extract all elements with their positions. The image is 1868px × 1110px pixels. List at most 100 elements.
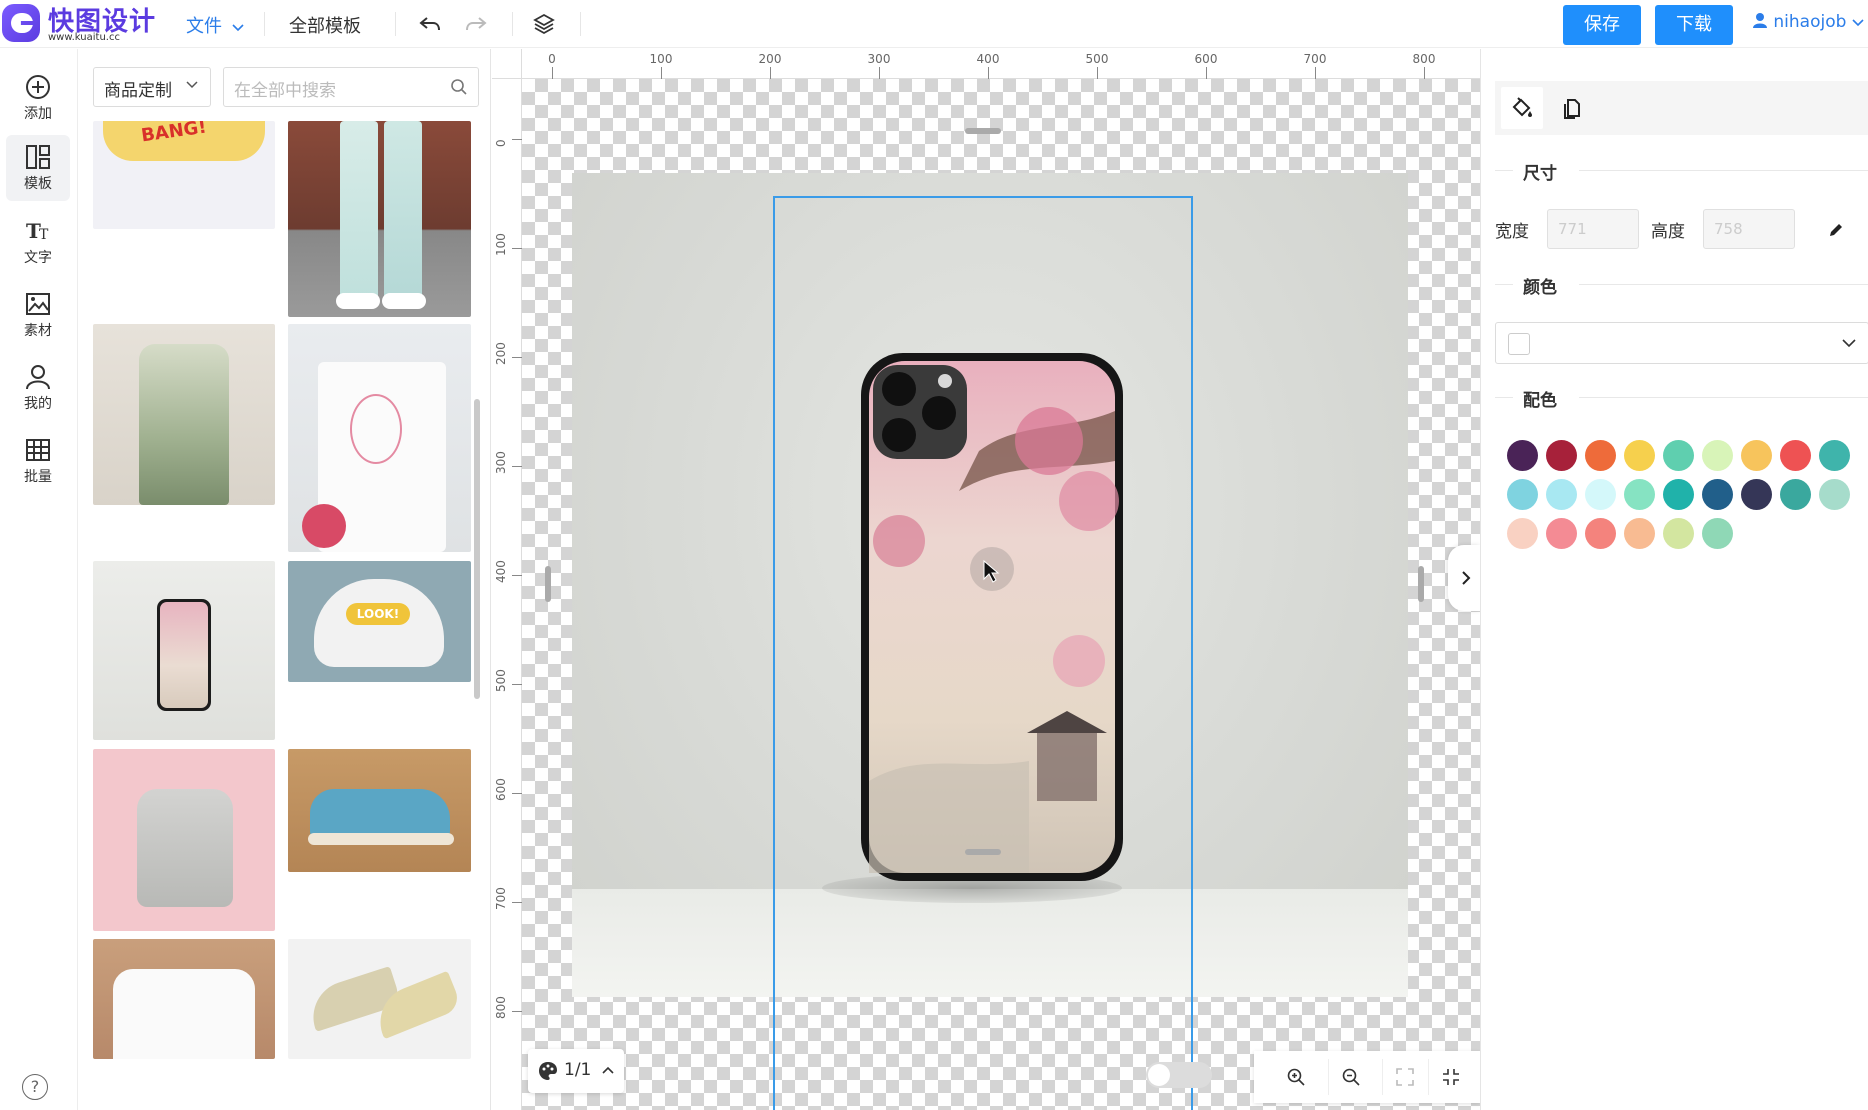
height-input[interactable]: 758 [1703, 209, 1795, 249]
palette-color-swatch[interactable] [1663, 440, 1694, 471]
rail-item-batch[interactable]: 批量 [6, 428, 70, 494]
color-section-title: 颜色 [1523, 278, 1557, 298]
rail-item-text[interactable]: TT 文字 [6, 209, 70, 275]
edit-size-icon[interactable] [1827, 221, 1845, 239]
redo-icon[interactable] [464, 12, 488, 36]
ruler-y-label: 400 [494, 560, 508, 583]
palette-color-swatch[interactable] [1546, 440, 1577, 471]
template-thumb-apron-rabbit[interactable] [288, 324, 471, 552]
palette-color-swatch[interactable] [1702, 479, 1733, 510]
palette-color-swatch[interactable] [1507, 440, 1538, 471]
resize-handle-right[interactable] [1418, 566, 1424, 602]
template-thumb-sneaker[interactable] [288, 749, 471, 872]
help-button[interactable]: ? [22, 1074, 48, 1100]
ruler-x-tick [552, 67, 553, 79]
panel-scrollbar[interactable] [474, 399, 480, 699]
ruler-vertical: 0 100 200 300 400 500 600 700 800 [492, 49, 522, 1110]
ruler-x-tick [770, 67, 771, 79]
palette-color-swatch[interactable] [1702, 440, 1733, 471]
palette-color-swatch[interactable] [1741, 440, 1772, 471]
palette-color-swatch[interactable] [1585, 479, 1616, 510]
palette-color-swatch[interactable] [1546, 518, 1577, 549]
user-menu[interactable]: nihaojob [1752, 12, 1864, 32]
rail-item-mine[interactable]: 我的 [6, 355, 70, 421]
undo-icon[interactable] [418, 12, 442, 36]
palette-color-swatch[interactable] [1741, 479, 1772, 510]
palette-color-swatch[interactable] [1702, 518, 1733, 549]
ruler-x-label: 100 [649, 52, 673, 66]
divider [395, 12, 396, 36]
copy-page-icon [1564, 99, 1580, 119]
zoom-controls [1254, 1051, 1480, 1103]
flower-bouquet [302, 504, 346, 548]
palette-color-swatch[interactable] [1624, 479, 1655, 510]
download-button[interactable]: 下载 [1655, 5, 1733, 45]
expand-right-panel-tab[interactable] [1448, 545, 1480, 611]
app-logo[interactable]: 快图设计 www.kuaitu.cc [0, 0, 170, 48]
grid-toggle[interactable] [1146, 1062, 1212, 1088]
canvas-workspace: 0 100 200 300 400 500 600 700 800 0 100 200 300 400 5… [492, 49, 1480, 1110]
ruler-x-tick [1097, 67, 1098, 79]
palette-color-swatch[interactable] [1819, 479, 1850, 510]
template-thumb-drawstring-bag[interactable] [93, 749, 275, 931]
all-templates-link[interactable]: 全部模板 [289, 12, 361, 38]
chevron-right-icon [1462, 571, 1471, 585]
ruler-y-label: 0 [494, 139, 508, 147]
palette-color-swatch[interactable] [1663, 479, 1694, 510]
palette-color-swatch[interactable] [1507, 479, 1538, 510]
template-thumb-cap[interactable]: LOOK! [288, 561, 471, 682]
template-thumb-phone-case[interactable] [93, 561, 275, 740]
rail-item-materials[interactable]: 素材 [6, 282, 70, 348]
palette-color-swatch[interactable] [1585, 518, 1616, 549]
toggle-knob [1148, 1064, 1170, 1086]
table-icon [26, 439, 50, 461]
divider [512, 12, 513, 36]
category-select[interactable]: 商品定制 [93, 67, 211, 107]
resize-handle-top[interactable] [965, 128, 1001, 134]
template-thumb-heels[interactable] [288, 939, 471, 1059]
user-icon [26, 365, 50, 390]
selection-frame[interactable] [773, 196, 1193, 1110]
actual-size-button[interactable] [1428, 1059, 1472, 1095]
rail-item-add[interactable]: 添加 [6, 65, 70, 131]
ruler-x-label: 700 [1303, 52, 1327, 66]
template-thumb-pants[interactable] [288, 121, 471, 317]
zoom-out-button[interactable] [1328, 1059, 1372, 1095]
palette-color-swatch[interactable] [1663, 518, 1694, 549]
palette-color-swatch[interactable] [1585, 440, 1616, 471]
template-search-input[interactable]: 在全部中搜索 [223, 67, 479, 107]
tab-page[interactable] [1551, 87, 1593, 129]
background-color-select[interactable] [1495, 322, 1868, 364]
fit-screen-button[interactable] [1382, 1059, 1426, 1095]
palette-color-swatch[interactable] [1780, 440, 1811, 471]
template-thumb-mask[interactable]: BANG! [93, 121, 275, 229]
palette-color-swatch[interactable] [1624, 440, 1655, 471]
ruler-x-tick [661, 67, 662, 79]
palette-color-swatch[interactable] [1546, 479, 1577, 510]
template-thumb-apron-landscape[interactable] [93, 324, 275, 505]
palette-color-swatch[interactable] [1507, 518, 1538, 549]
width-input[interactable]: 771 [1547, 209, 1639, 249]
palette-color-swatch[interactable] [1780, 479, 1811, 510]
zoom-in-button[interactable] [1274, 1059, 1318, 1095]
ruler-y-tick [512, 684, 522, 685]
palette-color-swatch[interactable] [1819, 440, 1850, 471]
template-thumb-shirt[interactable] [93, 939, 275, 1059]
save-button[interactable]: 保存 [1563, 5, 1641, 45]
ruler-y-label: 200 [494, 342, 508, 365]
resize-handle-left[interactable] [545, 566, 551, 602]
tab-background[interactable] [1501, 87, 1543, 129]
ruler-y-label: 600 [494, 778, 508, 801]
resize-handle-bottom[interactable] [965, 849, 1001, 855]
ruler-horizontal: 0 100 200 300 400 500 600 700 800 [492, 49, 1480, 79]
pants-leg [384, 121, 422, 301]
layers-icon[interactable] [532, 12, 556, 36]
category-select-value: 商品定制 [104, 81, 172, 101]
logo-url: www.kuaitu.cc [48, 32, 120, 43]
rail-item-templates[interactable]: 模板 [6, 135, 70, 201]
ruler-x-label: 600 [1194, 52, 1218, 66]
file-menu[interactable]: 文件 [186, 12, 244, 38]
phone-body [157, 599, 211, 711]
palette-color-swatch[interactable] [1624, 518, 1655, 549]
page-switcher[interactable]: 1/1 [528, 1049, 624, 1093]
